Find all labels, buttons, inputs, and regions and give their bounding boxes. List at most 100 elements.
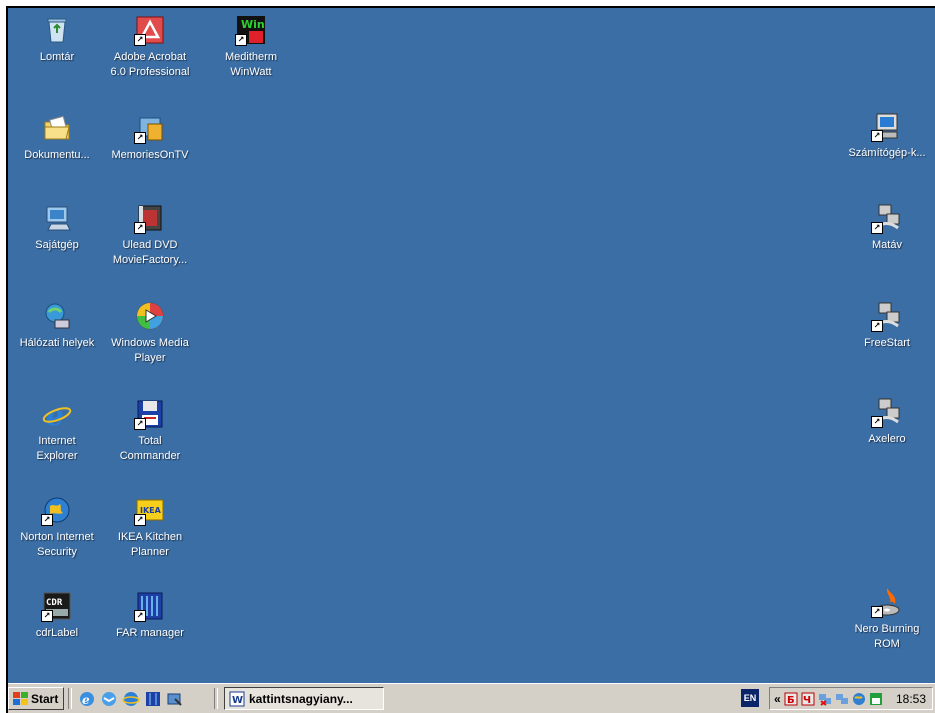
desktop-icon-label: Sajátgép <box>35 239 79 251</box>
svg-text:Ч: Ч <box>803 695 811 706</box>
nero-burning-rom-icon: ↗ <box>871 586 903 618</box>
shortcut-arrow-icon: ↗ <box>134 418 146 430</box>
desktop-icon-label: Hálózati helyek <box>19 337 95 349</box>
desktop-icon-norton-security[interactable]: ↗ Norton Internet Security <box>8 494 106 560</box>
shortcut-arrow-icon: ↗ <box>41 514 53 526</box>
desktop-icon-internet-explorer[interactable]: e Internet Explorer <box>8 398 106 464</box>
shortcut-arrow-icon: ↗ <box>134 222 146 234</box>
network-disconnected-icon[interactable] <box>818 692 832 706</box>
desktop-icon-label: Számítógép-k... <box>848 147 926 159</box>
desktop-icon-label: Axelero <box>868 433 906 445</box>
desktop-icon-label: FreeStart <box>864 337 910 349</box>
desktop-icon-documents[interactable]: Dokumentu... <box>8 112 106 163</box>
taskbar: Start e W kattintsnagyiany... EN « Б Ч 1… <box>6 683 935 713</box>
svg-text:e: e <box>82 693 90 707</box>
shortcut-arrow-icon: ↗ <box>134 34 146 46</box>
norton-security-icon: ↗ <box>41 494 73 526</box>
quicklaunch-outlook-icon[interactable] <box>100 690 118 708</box>
network-connection-icon[interactable] <box>835 692 849 706</box>
dialup-freestart-icon: ↗ <box>871 300 903 332</box>
desktop-icon-label: MemoriesOnTV <box>111 149 189 161</box>
shortcut-arrow-icon: ↗ <box>871 222 883 234</box>
desktop-icon-memoriesontv[interactable]: ↗ MemoriesOnTV <box>101 112 199 163</box>
desktop-icon-label: Norton Internet Security <box>20 531 94 558</box>
svg-text:Win: Win <box>241 18 265 31</box>
desktop-icon-remote-computer[interactable]: ↗ Számítógép-k... <box>838 110 935 161</box>
clock[interactable]: 18:53 <box>896 692 926 706</box>
norton-tray-icon[interactable] <box>852 692 866 706</box>
desktop-icon-label: Total Commander <box>119 435 181 462</box>
taskbar-window-label: kattintsnagyiany... <box>249 691 353 706</box>
svg-text:CDR: CDR <box>46 598 63 608</box>
shortcut-arrow-icon: ↗ <box>871 130 883 142</box>
windows-media-player-icon <box>134 300 166 332</box>
desktop-icon-ikea-planner[interactable]: IKEA ↗ IKEA Kitchen Planner <box>101 494 199 560</box>
shortcut-arrow-icon: ↗ <box>871 606 883 618</box>
desktop-icon-label: cdrLabel <box>35 627 79 639</box>
acrobat-icon: ↗ <box>134 14 166 46</box>
desktop-icon-matav[interactable]: ↗ Matáv <box>838 202 935 253</box>
shortcut-arrow-icon: ↗ <box>871 416 883 428</box>
system-tray: « Б Ч 18:53 <box>769 687 933 710</box>
desktop-icon-my-computer[interactable]: Sajátgép <box>8 202 106 253</box>
desktop-icon-label: Lomtár <box>39 51 75 63</box>
desktop-icon-nero[interactable]: ↗ Nero Burning ROM <box>838 586 935 652</box>
desktop-icon-label: IKEA Kitchen Planner <box>117 531 183 558</box>
ulead-dvd-icon: ↗ <box>134 202 166 234</box>
far-manager-icon: ↗ <box>134 590 166 622</box>
desktop-icon-label: Windows Media Player <box>111 337 189 364</box>
quicklaunch-show-desktop-icon[interactable] <box>166 690 184 708</box>
start-button[interactable]: Start <box>8 687 64 710</box>
tray-app-icon-1[interactable]: Б <box>784 692 798 706</box>
cdrlabel-icon: CDR ↗ <box>41 590 73 622</box>
documents-folder-icon <box>41 112 73 144</box>
desktop-icon-windows-media-player[interactable]: Windows Media Player <box>101 300 199 366</box>
start-label: Start <box>31 691 59 706</box>
desktop-icon-freestart[interactable]: ↗ FreeStart <box>838 300 935 351</box>
shortcut-arrow-icon: ↗ <box>871 320 883 332</box>
network-places-icon <box>41 300 73 332</box>
quicklaunch-ie-alt-icon[interactable] <box>122 690 140 708</box>
desktop-icon-network-places[interactable]: Hálózati helyek <box>8 300 106 351</box>
tray-app-icon-2[interactable]: Ч <box>801 692 815 706</box>
internet-explorer-icon: e <box>41 398 73 430</box>
language-indicator[interactable]: EN <box>741 689 759 707</box>
tray-expand-chevron[interactable]: « <box>774 692 781 706</box>
desktop-icon-total-commander[interactable]: ↗ Total Commander <box>101 398 199 464</box>
svg-text:Б: Б <box>787 695 795 706</box>
green-app-tray-icon[interactable] <box>869 692 883 706</box>
desktop-icon-label: Dokumentu... <box>24 149 90 161</box>
shortcut-arrow-icon: ↗ <box>235 34 247 46</box>
quicklaunch-ie-icon[interactable]: e <box>78 690 96 708</box>
desktop-icon-label: Matáv <box>872 239 902 251</box>
shortcut-arrow-icon: ↗ <box>41 610 53 622</box>
shortcut-arrow-icon: ↗ <box>134 610 146 622</box>
windows-logo-icon <box>13 691 28 706</box>
desktop-icon-cdrlabel[interactable]: CDR ↗ cdrLabel <box>8 590 106 641</box>
desktop-icon-acrobat[interactable]: ↗ Adobe Acrobat 6.0 Professional <box>101 14 199 80</box>
dialup-axelero-icon: ↗ <box>871 396 903 428</box>
desktop-icon-label: Meditherm WinWatt <box>225 51 277 78</box>
shortcut-arrow-icon: ↗ <box>134 132 146 144</box>
meditherm-icon: Win ↗ <box>235 14 267 46</box>
desktop-icon-label: Nero Burning ROM <box>854 623 920 650</box>
shortcut-arrow-icon: ↗ <box>134 514 146 526</box>
word-document-icon: W <box>229 691 245 707</box>
taskbar-separator <box>68 688 72 709</box>
taskbar-separator <box>214 688 218 709</box>
desktop-icon-label: Ulead DVD MovieFactory... <box>112 239 188 266</box>
ikea-planner-icon: IKEA ↗ <box>134 494 166 526</box>
svg-text:W: W <box>232 695 243 706</box>
memoriesontv-icon: ↗ <box>134 112 166 144</box>
taskbar-window-button[interactable]: W kattintsnagyiany... <box>224 687 384 710</box>
desktop-icon-far-manager[interactable]: ↗ FAR manager <box>101 590 199 641</box>
desktop-icon-axelero[interactable]: ↗ Axelero <box>838 396 935 447</box>
recycle-bin-icon <box>41 14 73 46</box>
desktop-icon-meditherm[interactable]: Win ↗ Meditherm WinWatt <box>202 14 300 80</box>
desktop-icon-label: Internet Explorer <box>36 435 78 462</box>
desktop-icon-recycle-bin[interactable]: Lomtár <box>8 14 106 65</box>
desktop[interactable]: Lomtár ↗ Adobe Acrobat 6.0 Professional … <box>6 6 935 713</box>
total-commander-icon: ↗ <box>134 398 166 430</box>
quicklaunch-far-icon[interactable] <box>144 690 162 708</box>
desktop-icon-ulead-dvd[interactable]: ↗ Ulead DVD MovieFactory... <box>101 202 199 268</box>
